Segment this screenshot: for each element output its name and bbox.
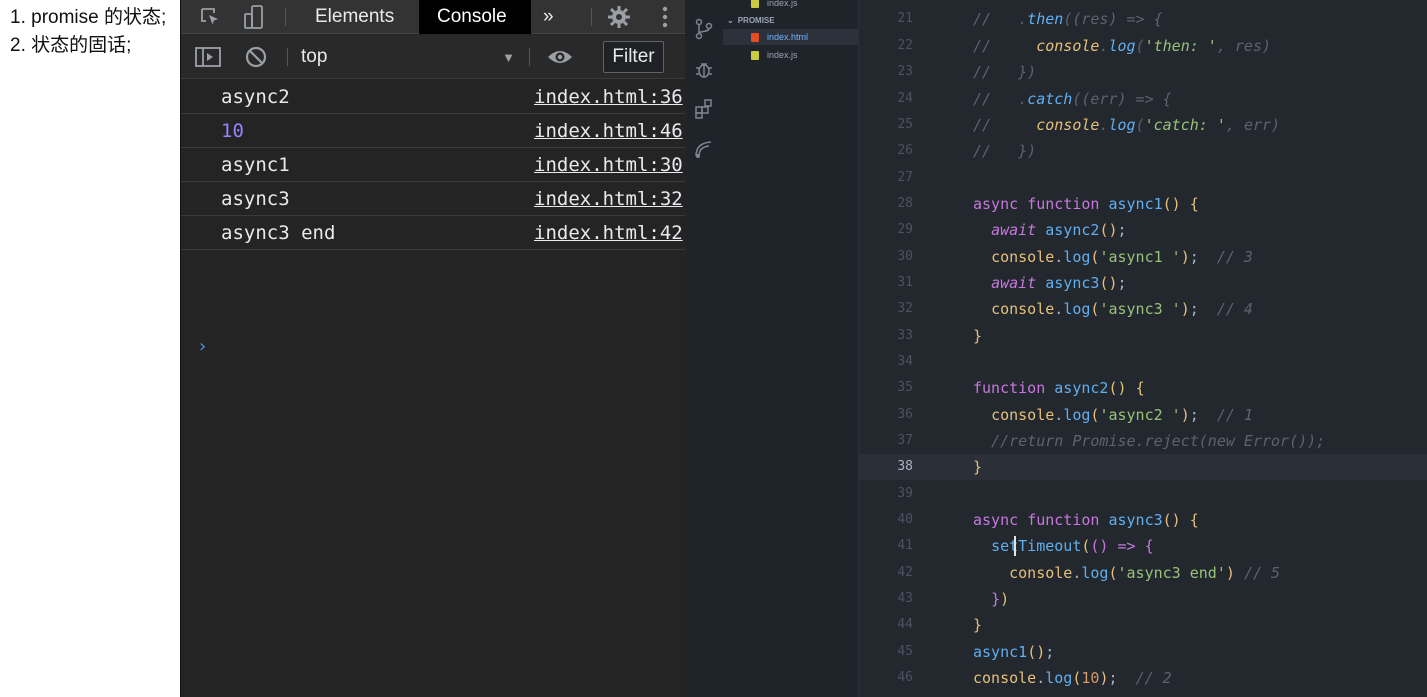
- tabbar-divider: [285, 8, 286, 26]
- code-line: 35 function async2() {: [897, 379, 1145, 397]
- log-source-link[interactable]: index.html:42: [534, 222, 683, 244]
- more-tabs-button[interactable]: »: [527, 0, 570, 34]
- remote-explorer-icon[interactable]: [693, 138, 715, 160]
- code-line: 43 }): [897, 590, 1010, 608]
- code-line: 42 console.log('async3 end') // 5: [897, 564, 1281, 582]
- code-line: 33}: [897, 327, 983, 345]
- file-name: index.js: [767, 50, 798, 60]
- notes-text: 1. promise 的状态; 2. 状态的固话;: [10, 7, 167, 56]
- log-message: 10: [221, 120, 244, 142]
- html-file-icon: [751, 32, 759, 42]
- clear-console-icon[interactable]: [241, 40, 271, 74]
- code-line: 37 //return Promise.reject(new Error());: [897, 432, 1326, 450]
- js-file-icon: [751, 50, 759, 60]
- context-selector[interactable]: top ▼: [301, 43, 515, 71]
- file-item[interactable]: index.js: [751, 47, 798, 63]
- tab-console[interactable]: Console: [419, 0, 531, 34]
- device-toolbar-icon[interactable]: [239, 0, 269, 34]
- log-source-link[interactable]: index.html:32: [534, 188, 683, 210]
- extensions-icon[interactable]: [693, 98, 715, 120]
- code-line: 23// }): [897, 63, 1037, 81]
- log-entry: async1 index.html:30: [181, 148, 686, 182]
- source-control-icon[interactable]: [693, 18, 715, 40]
- code-line: 32 console.log('async3 '); // 4: [897, 300, 1253, 318]
- settings-gear-icon[interactable]: [603, 0, 635, 34]
- code-editor[interactable]: 21// .then((res) => { 22// console.log('…: [859, 0, 1427, 697]
- log-source-link[interactable]: index.html:46: [534, 120, 683, 142]
- inspect-element-icon[interactable]: [195, 0, 225, 34]
- file-name: index.html: [767, 32, 809, 42]
- text-cursor: [1014, 536, 1016, 556]
- live-expression-eye-icon[interactable]: [543, 40, 577, 74]
- console-log-list: async2 index.html:36 10 index.html:46 as…: [181, 80, 686, 250]
- chevron-down-icon: ⌄: [727, 15, 734, 25]
- tab-elements[interactable]: Elements: [297, 0, 412, 34]
- folder-name: PROMISE: [737, 15, 775, 25]
- code-line-current: 38}: [859, 454, 1427, 480]
- code-line: 25// console.log('catch: ', err): [897, 116, 1281, 134]
- code-line: 27: [897, 170, 913, 185]
- vscode-window: index.js ⌄ PROMISE index.html index.js 2…: [685, 0, 1427, 697]
- code-line: 34: [897, 354, 913, 369]
- code-line: 22// console.log('then: ', res): [897, 37, 1272, 55]
- log-entry: async2 index.html:36: [181, 80, 686, 114]
- js-file-icon: [751, 0, 759, 8]
- log-entry: 10 index.html:46: [181, 114, 686, 148]
- log-message: async3: [221, 188, 290, 210]
- code-line: 24// .catch((err) => {: [897, 90, 1172, 108]
- kebab-menu-icon[interactable]: [655, 0, 675, 34]
- log-message: async3 end: [221, 222, 336, 244]
- code-line: 44}: [897, 616, 983, 634]
- code-line: 40 async function async3() {: [897, 511, 1199, 529]
- log-source-link[interactable]: index.html:36: [534, 86, 683, 108]
- file-explorer: index.js ⌄ PROMISE index.html index.js: [723, 0, 859, 697]
- code-line: 45 async1();: [897, 643, 1055, 661]
- code-line: 30 console.log('async1 '); // 3: [897, 248, 1253, 266]
- console-prompt[interactable]: ›: [197, 336, 208, 357]
- code-line: 26// }): [897, 142, 1037, 160]
- code-line: 46 console.log(10); // 2: [897, 669, 1172, 687]
- file-item[interactable]: index.js: [751, 0, 798, 11]
- code-line: 41 setTimeout(() => {: [897, 537, 1154, 555]
- code-line: 31 await async3();: [897, 274, 1127, 292]
- log-message: async2: [221, 86, 290, 108]
- file-name: index.js: [767, 0, 798, 8]
- chevron-down-icon: ▼: [502, 49, 515, 65]
- log-message: async1: [221, 154, 290, 176]
- debug-bug-icon[interactable]: [693, 58, 715, 80]
- context-value: top: [301, 46, 328, 67]
- code-line: 21// .then((res) => {: [897, 10, 1163, 28]
- toolbar-divider: [529, 48, 530, 66]
- folder-promise[interactable]: ⌄ PROMISE: [727, 12, 775, 28]
- code-line: 28 async function async1() {: [897, 195, 1199, 213]
- tabbar-divider: [591, 8, 592, 26]
- notes-pane: 1. promise 的状态; 2. 状态的固话;: [0, 0, 180, 697]
- show-sidebar-icon[interactable]: [193, 40, 223, 74]
- code-line: 36 console.log('async2 '); // 1: [897, 406, 1253, 424]
- log-entry: async3 end index.html:42: [181, 216, 686, 250]
- console-toolbar: top ▼ Filter: [181, 35, 686, 79]
- toolbar-divider: [287, 48, 288, 66]
- filter-input[interactable]: Filter: [603, 41, 664, 73]
- devtools-tabbar: Elements Console »: [181, 0, 686, 34]
- log-source-link[interactable]: index.html:30: [534, 154, 683, 176]
- file-item-active[interactable]: index.html: [723, 29, 858, 45]
- log-entry: async3 index.html:32: [181, 182, 686, 216]
- devtools-panel: Elements Console » top ▼ Filter async2 i…: [180, 0, 686, 697]
- code-line: 39: [897, 486, 913, 501]
- code-line: 29 await async2();: [897, 221, 1127, 239]
- activity-bar: [685, 0, 723, 697]
